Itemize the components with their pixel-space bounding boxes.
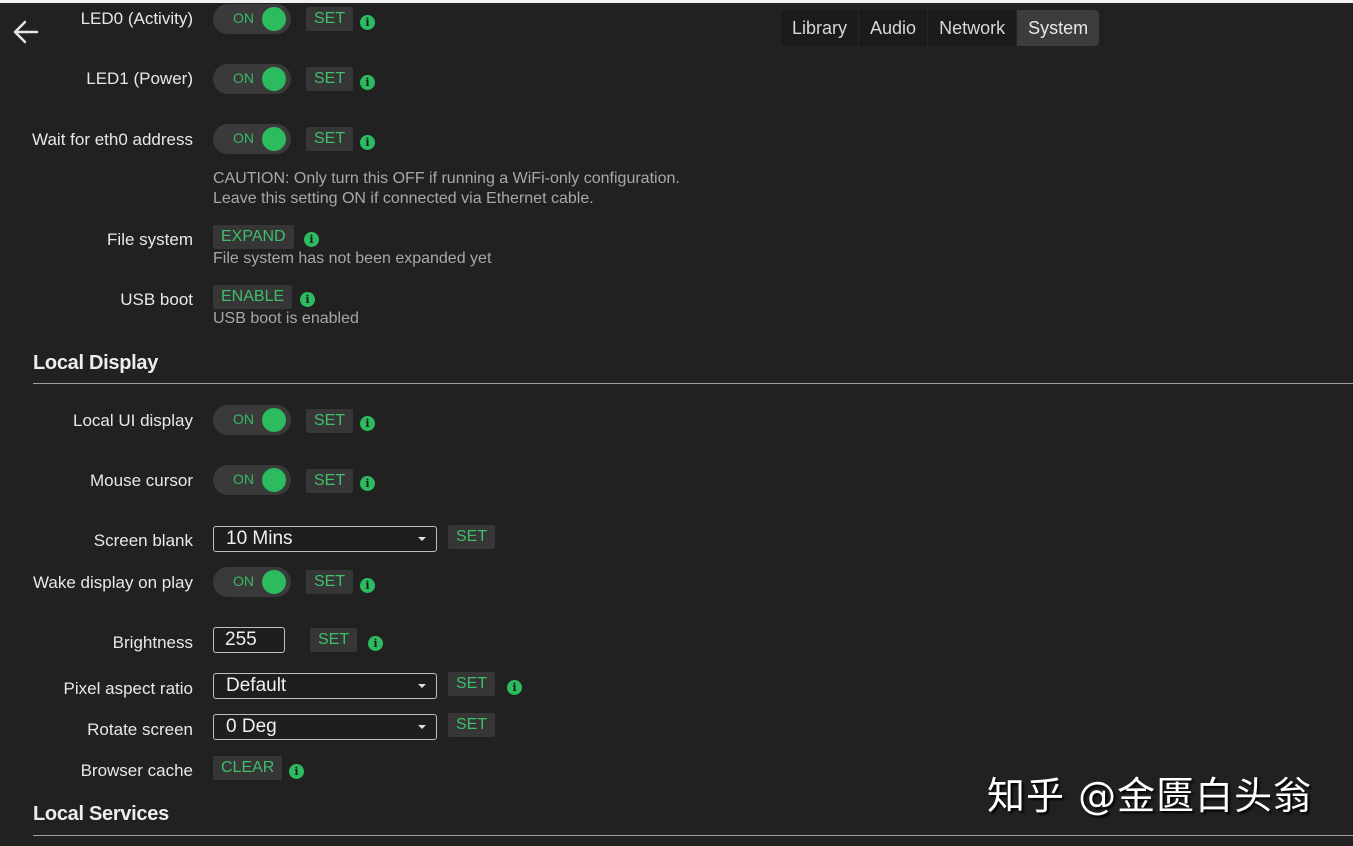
screen-blank-set-button[interactable]: SET [448,525,496,549]
info-icon[interactable]: i [360,75,375,90]
led0-set-button[interactable]: SET [306,7,354,31]
toggle-knob [262,127,286,151]
info-icon[interactable]: i [304,232,319,247]
section-divider [33,383,1353,384]
input-value: 255 [225,629,257,650]
wait-eth0-caution-2: Leave this setting ON if connected via E… [213,190,594,207]
toggle-state: ON [233,573,254,589]
tab-audio[interactable]: Audio [859,10,929,46]
info-icon[interactable]: i [289,764,304,779]
brightness-set-button[interactable]: SET [310,628,358,652]
screen-blank-select[interactable]: 10 Mins [213,526,437,552]
screen-blank-label: Screen blank [93,531,193,550]
toggle-knob [262,408,286,432]
caret-down-icon [418,684,426,688]
pixel-aspect-label: Pixel aspect ratio [63,679,193,698]
caret-down-icon [418,537,426,541]
brightness-label: Brightness [112,633,193,652]
toggle-state: ON [233,411,254,427]
pixel-aspect-set-button[interactable]: SET [448,672,496,696]
info-icon[interactable]: i [360,15,375,30]
caret-down-icon [418,725,426,729]
mouse-cursor-set-button[interactable]: SET [306,469,354,493]
led1-set-button[interactable]: SET [306,67,354,91]
select-value: 10 Mins [226,528,293,549]
local-ui-set-button[interactable]: SET [306,409,354,433]
section-divider [33,835,1353,836]
toggle-state: ON [233,10,254,26]
wake-display-set-button[interactable]: SET [306,570,354,594]
tab-network[interactable]: Network [928,10,1018,46]
info-icon[interactable]: i [507,680,522,695]
section-local-display: Local Display [33,352,159,374]
section-local-services: Local Services [33,803,169,825]
usb-boot-status: USB boot is enabled [213,310,359,327]
led0-toggle[interactable]: ON [213,4,291,34]
toggle-state: ON [233,471,254,487]
toggle-state: ON [233,130,254,146]
info-icon[interactable]: i [360,135,375,150]
info-icon[interactable]: i [360,476,375,491]
wake-display-label: Wake display on play [32,573,193,592]
toggle-knob [262,570,286,594]
select-value: 0 Deg [226,716,277,737]
wait-eth0-toggle[interactable]: ON [213,124,291,154]
toggle-knob [262,67,286,91]
expand-button[interactable]: EXPAND [213,225,294,249]
info-icon[interactable]: i [300,292,315,307]
tab-system[interactable]: System [1017,10,1100,46]
rotate-screen-select[interactable]: 0 Deg [213,714,437,740]
settings-tabs: Library Audio Network System [781,10,1100,46]
mouse-cursor-toggle[interactable]: ON [213,465,291,495]
clear-cache-button[interactable]: CLEAR [213,756,283,780]
led1-toggle[interactable]: ON [213,64,291,94]
browser-cache-label: Browser cache [80,761,193,780]
led1-label: LED1 (Power) [86,69,193,88]
file-system-label: File system [107,230,193,249]
wake-display-toggle[interactable]: ON [213,567,291,597]
top-edge [0,0,1353,3]
wait-eth0-label: Wait for eth0 address [32,130,193,149]
rotate-screen-label: Rotate screen [87,720,193,739]
info-icon[interactable]: i [360,416,375,431]
file-system-status: File system has not been expanded yet [213,250,492,267]
select-value: Default [226,675,287,696]
toggle-state: ON [233,70,254,86]
wait-eth0-caution: CAUTION: Only turn this OFF if running a… [213,170,680,187]
wait-eth0-set-button[interactable]: SET [306,127,354,151]
brightness-input[interactable]: 255 [213,627,285,653]
info-icon[interactable]: i [360,578,375,593]
mouse-cursor-label: Mouse cursor [90,471,193,490]
enable-button[interactable]: ENABLE [213,285,293,309]
usb-boot-label: USB boot [120,290,193,309]
pixel-aspect-select[interactable]: Default [213,673,437,699]
led0-label: LED0 (Activity) [80,9,193,28]
toggle-knob [262,468,286,492]
info-icon[interactable]: i [368,636,383,651]
local-ui-toggle[interactable]: ON [213,405,291,435]
tab-library[interactable]: Library [781,10,860,46]
watermark-text: 知乎 @金匮白头翁 [987,774,1313,818]
local-ui-label: Local UI display [72,411,193,430]
toggle-knob [262,7,286,31]
rotate-screen-set-button[interactable]: SET [448,713,496,737]
